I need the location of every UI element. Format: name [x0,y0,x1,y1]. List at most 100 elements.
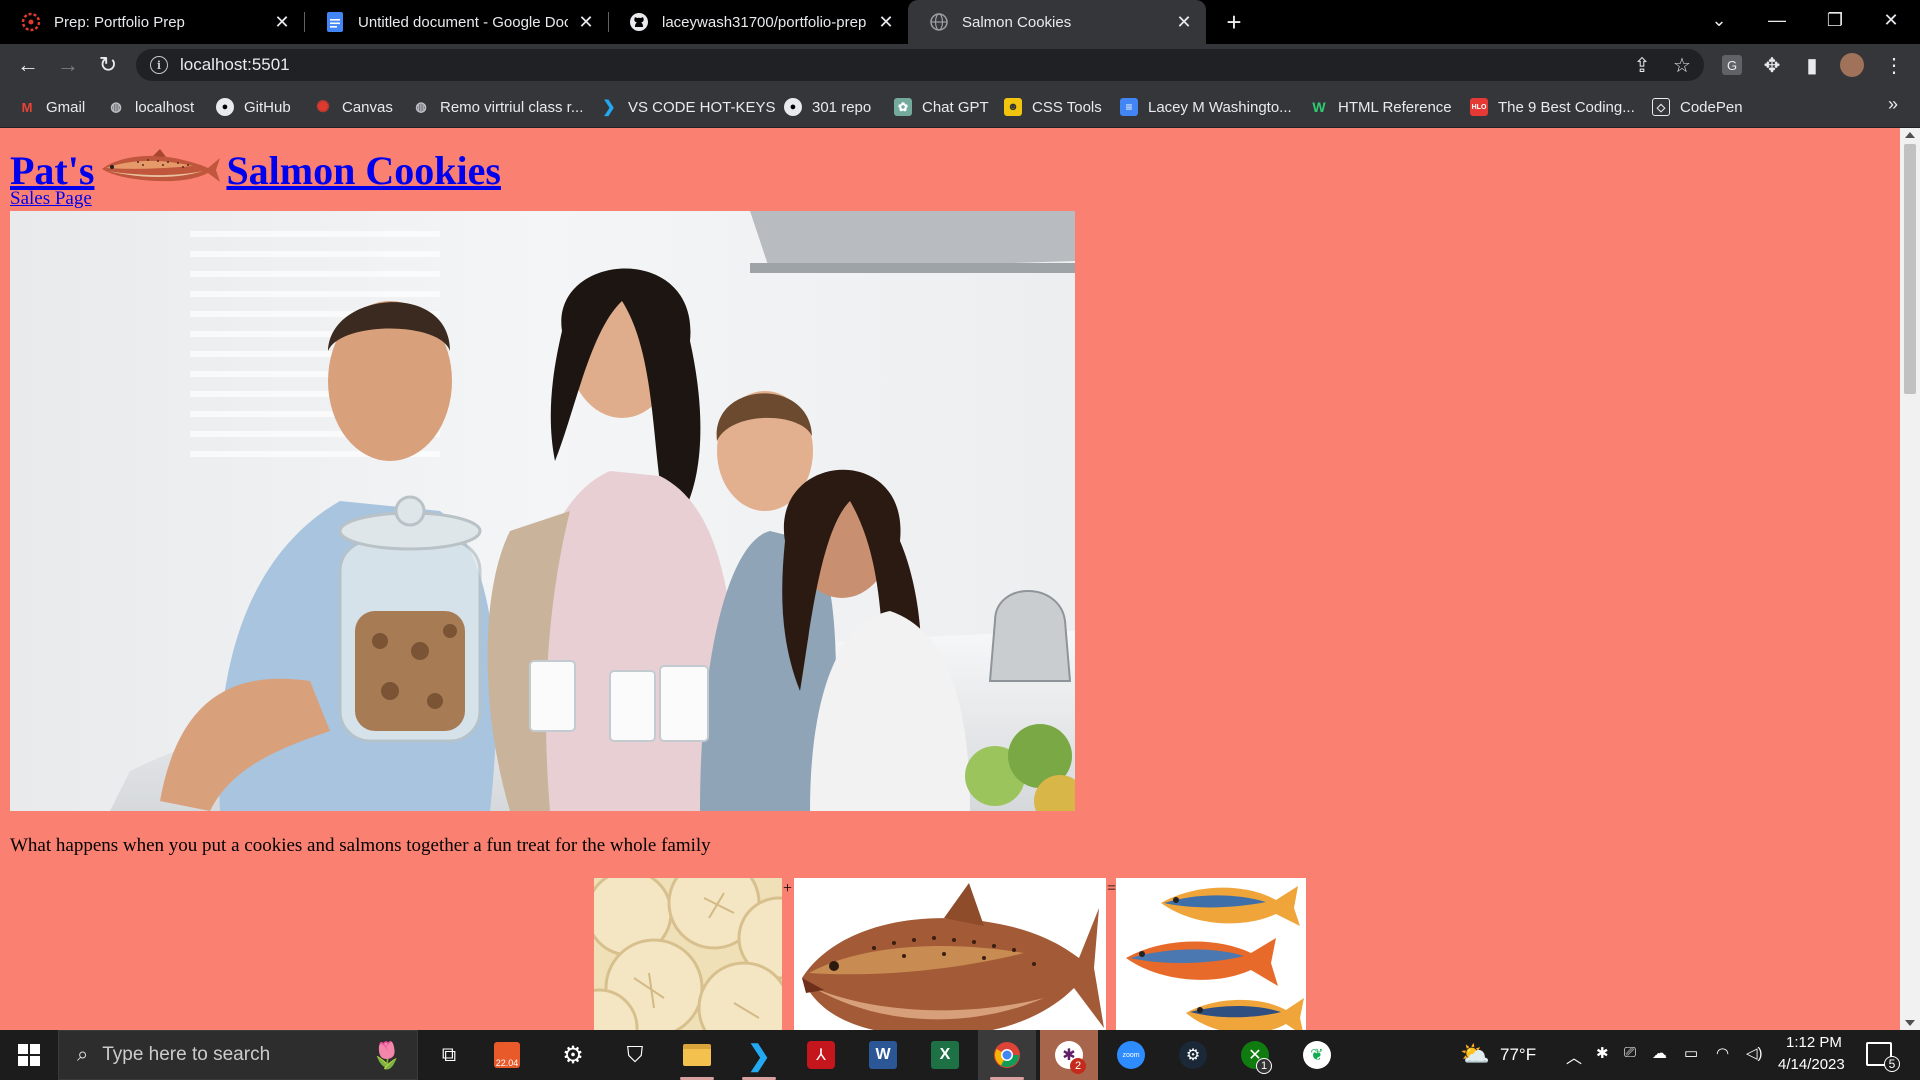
tab-salmon-cookies[interactable]: Salmon Cookies ✕ [908,0,1206,44]
profile-avatar[interactable] [1836,49,1868,81]
family-kitchen-photo [10,211,1075,811]
scroll-down-icon[interactable] [1905,1020,1915,1026]
xbox-badge: 1 [1256,1058,1272,1074]
windows-taskbar: ⌕ Type here to search 🌷 ⧉ 22.04 ⚙ ⛉ ❯ ⅄ … [0,1030,1920,1080]
restore-button[interactable]: ❐ [1806,0,1864,40]
mongodb-icon[interactable]: ❦ [1288,1030,1346,1080]
bookmark-css-tools[interactable]: ☻ CSS Tools [1004,95,1102,119]
reload-button[interactable]: ↻ [92,49,124,81]
minimize-button[interactable]: — [1748,0,1806,40]
sales-page-link[interactable]: Sales Page [10,188,92,210]
bookmark-localhost[interactable]: ◍ localhost [107,95,194,119]
bookmark-vscode-hotkeys[interactable]: ❯ VS CODE HOT-KEYS [600,95,775,119]
extensions-icon[interactable]: ✥ [1756,49,1788,81]
wifi-icon[interactable]: ◠ [1716,1044,1729,1062]
battery-icon[interactable]: ▭ [1684,1044,1698,1062]
file-explorer-icon[interactable] [668,1030,726,1080]
security-shield-icon[interactable]: ⛉ [606,1030,664,1080]
calendar-app-icon[interactable]: 22.04 [478,1030,536,1080]
search-icon: ⌕ [77,1043,89,1066]
url-text: localhost:5501 [180,55,290,74]
salmon-logo-icon[interactable] [98,146,222,192]
close-icon[interactable]: ✕ [576,12,596,32]
acrobat-icon[interactable]: ⅄ [792,1030,850,1080]
canvas-icon: ✺ [316,99,330,116]
gmail-icon: M [21,99,33,115]
bookmark-canvas[interactable]: ✺ Canvas [314,95,393,119]
close-icon[interactable]: ✕ [272,12,292,32]
bookmark-remo-class[interactable]: ◍ Remo virtriul class r... [412,95,583,119]
bookmark-chat-gpt[interactable]: ✿ Chat GPT [894,95,989,119]
zoom-icon[interactable]: zoom [1102,1030,1160,1080]
onedrive-icon[interactable]: ☁ [1652,1044,1667,1062]
globe-icon: ◍ [415,99,427,114]
close-icon[interactable]: ✕ [876,12,896,32]
tab-title: Untitled document - Google Doc [358,13,568,31]
cartoon-fish-image [1116,878,1306,1030]
scroll-thumb[interactable] [1904,144,1916,394]
volume-icon[interactable]: ◁) [1746,1044,1763,1062]
title-link-salmon-cookies[interactable]: Salmon Cookies [226,147,501,194]
task-view-icon[interactable]: ⧉ [420,1030,478,1080]
google-docs-icon: ≡ [1120,98,1138,116]
bookmark-gmail[interactable]: M Gmail [18,95,86,119]
bookmark-github[interactable]: ● GitHub [216,95,291,119]
salmon-image [794,878,1106,1030]
bookmark-lacey-doc[interactable]: ≡ Lacey M Washingto... [1120,95,1292,119]
grammarly-extension-icon[interactable]: G [1716,49,1748,81]
browser-toolbar: ← → ↻ i localhost:5501 ⇪ ☆ G ✥ ▮ ⋮ [0,44,1920,86]
bookmarks-overflow-icon[interactable]: » [1888,94,1898,115]
bookmark-9-best-coding[interactable]: HLO The 9 Best Coding... [1470,95,1635,119]
tab-search-icon[interactable]: ⌄ [1690,0,1748,40]
page-scrollbar[interactable] [1900,128,1920,1030]
scroll-up-icon[interactable] [1905,132,1915,138]
bookmark-codepen[interactable]: ◇ CodePen [1652,95,1743,119]
title-link-pats[interactable]: Pat's [10,147,94,194]
address-bar[interactable]: i localhost:5501 [136,49,1704,81]
site-info-icon[interactable]: i [150,56,168,74]
w-icon: W [1312,99,1326,115]
bookmark-star-icon[interactable]: ☆ [1666,49,1698,81]
meet-now-icon[interactable]: ⎚ [1624,1044,1636,1061]
cookies-image [594,878,782,1030]
github-icon: ● [784,98,802,116]
tab-google-doc[interactable]: Untitled document - Google Doc ✕ [304,0,608,44]
slack-icon[interactable]: ✱ 2 [1040,1030,1098,1080]
css-tools-icon: ☻ [1004,98,1022,116]
menu-icon[interactable]: ⋮ [1878,49,1910,81]
weather-temperature[interactable]: 77°F [1500,1045,1536,1065]
vscode-taskbar-icon[interactable]: ❯ [730,1030,788,1080]
share-icon[interactable]: ⇪ [1626,49,1658,81]
back-button[interactable]: ← [12,49,44,81]
google-docs-icon [324,11,346,33]
tab-portfolio-prep[interactable]: Prep: Portfolio Prep ✕ [0,0,304,44]
clock-date[interactable]: 4/14/2023 [1778,1056,1845,1073]
bookmark-html-reference[interactable]: W HTML Reference [1310,95,1451,119]
clock-time[interactable]: 1:12 PM [1786,1034,1842,1051]
settings-icon[interactable]: ⚙ [544,1030,602,1080]
globe-icon [928,11,950,33]
close-window-button[interactable]: ✕ [1862,0,1920,40]
excel-icon[interactable]: X [916,1030,974,1080]
show-hidden-icons[interactable]: ︿ [1566,1044,1582,1068]
xbox-icon[interactable]: ✕ 1 [1226,1030,1284,1080]
chrome-icon[interactable] [978,1030,1036,1080]
github-icon [628,11,650,33]
close-icon[interactable]: ✕ [1174,12,1194,32]
windows-icon [18,1044,40,1066]
github-icon: ● [216,98,234,116]
side-panel-icon[interactable]: ▮ [1796,49,1828,81]
start-button[interactable] [0,1030,58,1080]
bookmark-301-repo[interactable]: ● 301 repo [784,95,871,119]
weather-icon[interactable]: ⛅ [1460,1040,1490,1069]
steam-icon[interactable]: ⚙ [1164,1030,1222,1080]
word-icon[interactable]: W [854,1030,912,1080]
page-viewport: Pat's Salmon Cookies Sales Page What hap… [0,128,1900,1030]
new-tab-button[interactable]: + [1218,6,1250,38]
tab-title: Salmon Cookies [962,13,1072,31]
forward-button[interactable]: → [52,49,84,81]
notification-count: 5 [1884,1056,1900,1072]
taskbar-search[interactable]: ⌕ Type here to search 🌷 [58,1030,418,1080]
tab-github-repo[interactable]: laceywash31700/portfolio-prep ✕ [608,0,908,44]
slack-tray-icon[interactable]: ✱ [1596,1044,1609,1062]
